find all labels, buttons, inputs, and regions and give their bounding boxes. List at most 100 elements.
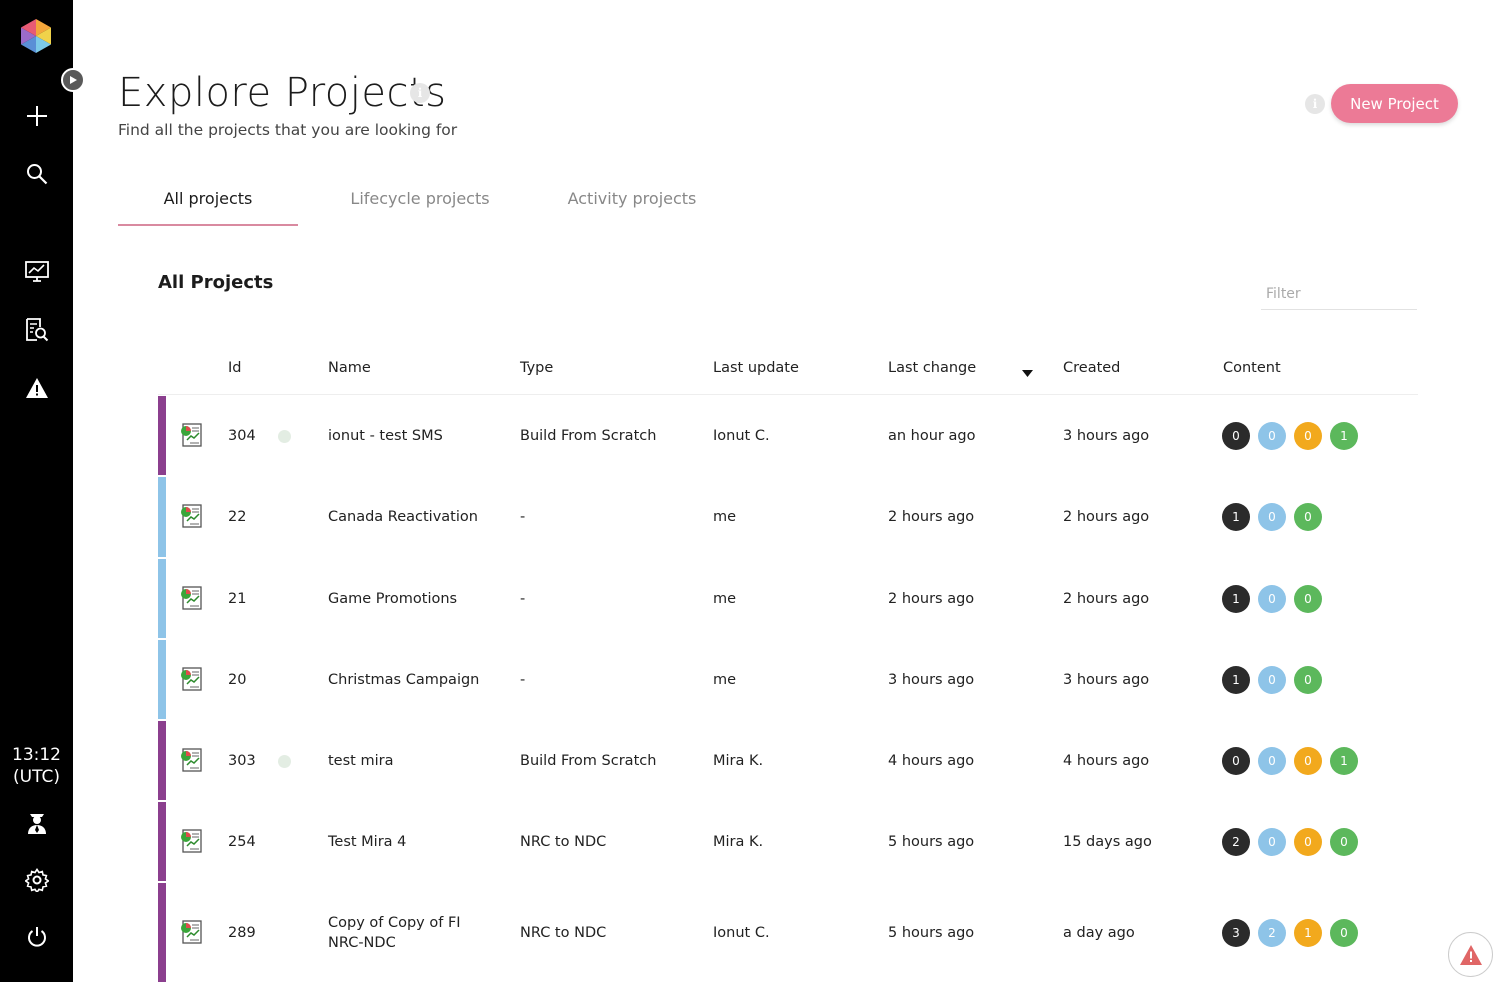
column-header-content: Content [1223,360,1281,376]
content-badges: 0001 [1222,421,1358,450]
content-count-badge[interactable]: 0 [1294,746,1322,775]
project-id: 303 [228,752,256,769]
dashboard-button[interactable] [0,252,73,292]
content-count-badge[interactable]: 1 [1330,746,1358,775]
column-header-id[interactable]: Id [228,360,241,376]
page-subtitle: Find all the projects that you are looki… [118,121,458,139]
content-count-badge[interactable]: 2 [1222,827,1250,856]
settings-button[interactable] [0,860,73,900]
project-created: 15 days ago [1063,833,1152,850]
content-count-badge[interactable]: 0 [1258,503,1286,531]
project-chart-icon [181,666,202,691]
content-count-badge[interactable]: 0 [1258,584,1286,613]
content-count-badge[interactable]: 2 [1258,918,1286,947]
agent-button[interactable] [0,802,73,842]
project-created: 4 hours ago [1063,752,1150,769]
content-badges: 100 [1222,503,1322,531]
content-count-badge[interactable]: 1 [1294,918,1322,947]
project-chart-icon [181,422,202,447]
tab-lifecycle-projects[interactable]: Lifecycle projects [330,188,510,228]
project-name: Canada Reactivation [328,509,478,525]
content-count-badge[interactable]: 1 [1222,584,1250,613]
section-title: All Projects [158,272,274,293]
project-name: Test Mira 4 [328,833,407,850]
project-name: Copy of Copy of FI [328,914,461,931]
alerts-button[interactable] [0,368,73,408]
content-count-badge[interactable]: 0 [1294,665,1322,694]
clock-zone: (UTC) [13,767,60,787]
content-count-badge[interactable]: 1 [1330,421,1358,450]
project-type: - [520,509,526,525]
inspect-button[interactable] [0,310,73,350]
content-count-badge[interactable]: 0 [1330,918,1358,947]
content-count-badge[interactable]: 1 [1222,503,1250,531]
table-row[interactable]: 20 Christmas Campaign - me 3 hours ago 3 hour… [158,640,1418,719]
column-header-type[interactable]: Type [520,360,553,376]
content-count-badge[interactable]: 0 [1258,746,1286,775]
new-project-button[interactable]: New Project [1331,84,1458,123]
content-count-badge[interactable]: 0 [1294,421,1322,450]
content-count-badge[interactable]: 1 [1222,665,1250,694]
info-icon[interactable]: i [410,83,430,103]
project-last-change: 2 hours ago [888,509,975,525]
create-button[interactable] [0,96,73,136]
content-count-badge[interactable]: 0 [1258,665,1286,694]
project-type: NRC to NDC [520,924,607,941]
status-dot [278,754,291,768]
sort-down-icon[interactable] [1022,370,1033,377]
content-count-badge[interactable]: 0 [1294,503,1322,531]
row-category-bar [158,721,166,800]
project-created: 3 hours ago [1063,427,1150,444]
project-last-update: Ionut C. [713,924,770,941]
sidebar: 13:12 (UTC) [0,0,73,982]
tab-all-projects[interactable]: All projects [118,188,298,228]
content-count-badge[interactable]: 0 [1294,584,1322,613]
new-project-info-icon[interactable]: i [1305,94,1325,114]
content-count-badge[interactable]: 0 [1222,746,1250,775]
logo-hexagon-icon[interactable] [18,18,54,54]
monitor-chart-icon [24,261,49,282]
active-tab-indicator [118,224,298,226]
row-category-bar [158,640,166,719]
table-row[interactable]: 303 test mira Build From Scratch Mira K. 4 h… [158,721,1418,800]
search-button[interactable] [0,154,73,194]
row-category-bar [158,559,166,638]
project-name-line2: NRC-NDC [328,934,396,951]
content-count-badge[interactable]: 0 [1258,827,1286,856]
project-last-change: 2 hours ago [888,590,975,607]
content-count-badge[interactable]: 0 [1294,827,1322,856]
content-count-badge[interactable]: 0 [1330,827,1358,856]
plus-icon [26,106,47,126]
filter-input[interactable] [1261,278,1417,310]
content-badges: 0001 [1222,746,1358,775]
project-last-update: Mira K. [713,752,764,769]
table-row[interactable]: 289 Copy of Copy of FI NRC-NDC NRC to NDC Io… [158,883,1418,982]
content-count-badge[interactable]: 3 [1222,918,1250,947]
table-row[interactable]: 22 Canada Reactivation - me 2 hours ago 2 hou… [158,477,1418,557]
content-count-badge[interactable]: 0 [1222,421,1250,450]
page-title: Explore Projects [118,70,447,116]
column-header-created[interactable]: Created [1063,360,1120,376]
table-row[interactable]: 254 Test Mira 4 NRC to NDC Mira K. 5 hours a… [158,802,1418,881]
project-type: NRC to NDC [520,833,607,850]
column-header-last-update[interactable]: Last update [713,360,799,376]
column-header-name[interactable]: Name [328,360,371,376]
alert-button[interactable] [1448,932,1493,977]
column-header-last-change[interactable]: Last change [888,360,976,376]
content-count-badge[interactable]: 0 [1258,421,1286,450]
project-name: test mira [328,752,394,769]
logout-button[interactable] [0,917,73,957]
content-badges: 100 [1222,665,1322,694]
project-chart-icon [181,585,202,610]
table-row[interactable]: 304 ionut - test SMS Build From Scratch Ion… [158,396,1418,475]
project-last-change: an hour ago [888,427,976,444]
project-last-update: me [713,671,737,688]
table-row[interactable]: 21 Game Promotions - me 2 hours ago 2 hours a… [158,559,1418,638]
sidebar-toggle-button[interactable] [61,68,85,92]
project-last-update: me [713,590,737,607]
tab-activity-projects[interactable]: Activity projects [542,188,722,228]
warning-icon [25,378,48,398]
project-type: Build From Scratch [520,752,657,769]
project-id: 20 [228,671,247,688]
project-name: Game Promotions [328,590,458,607]
